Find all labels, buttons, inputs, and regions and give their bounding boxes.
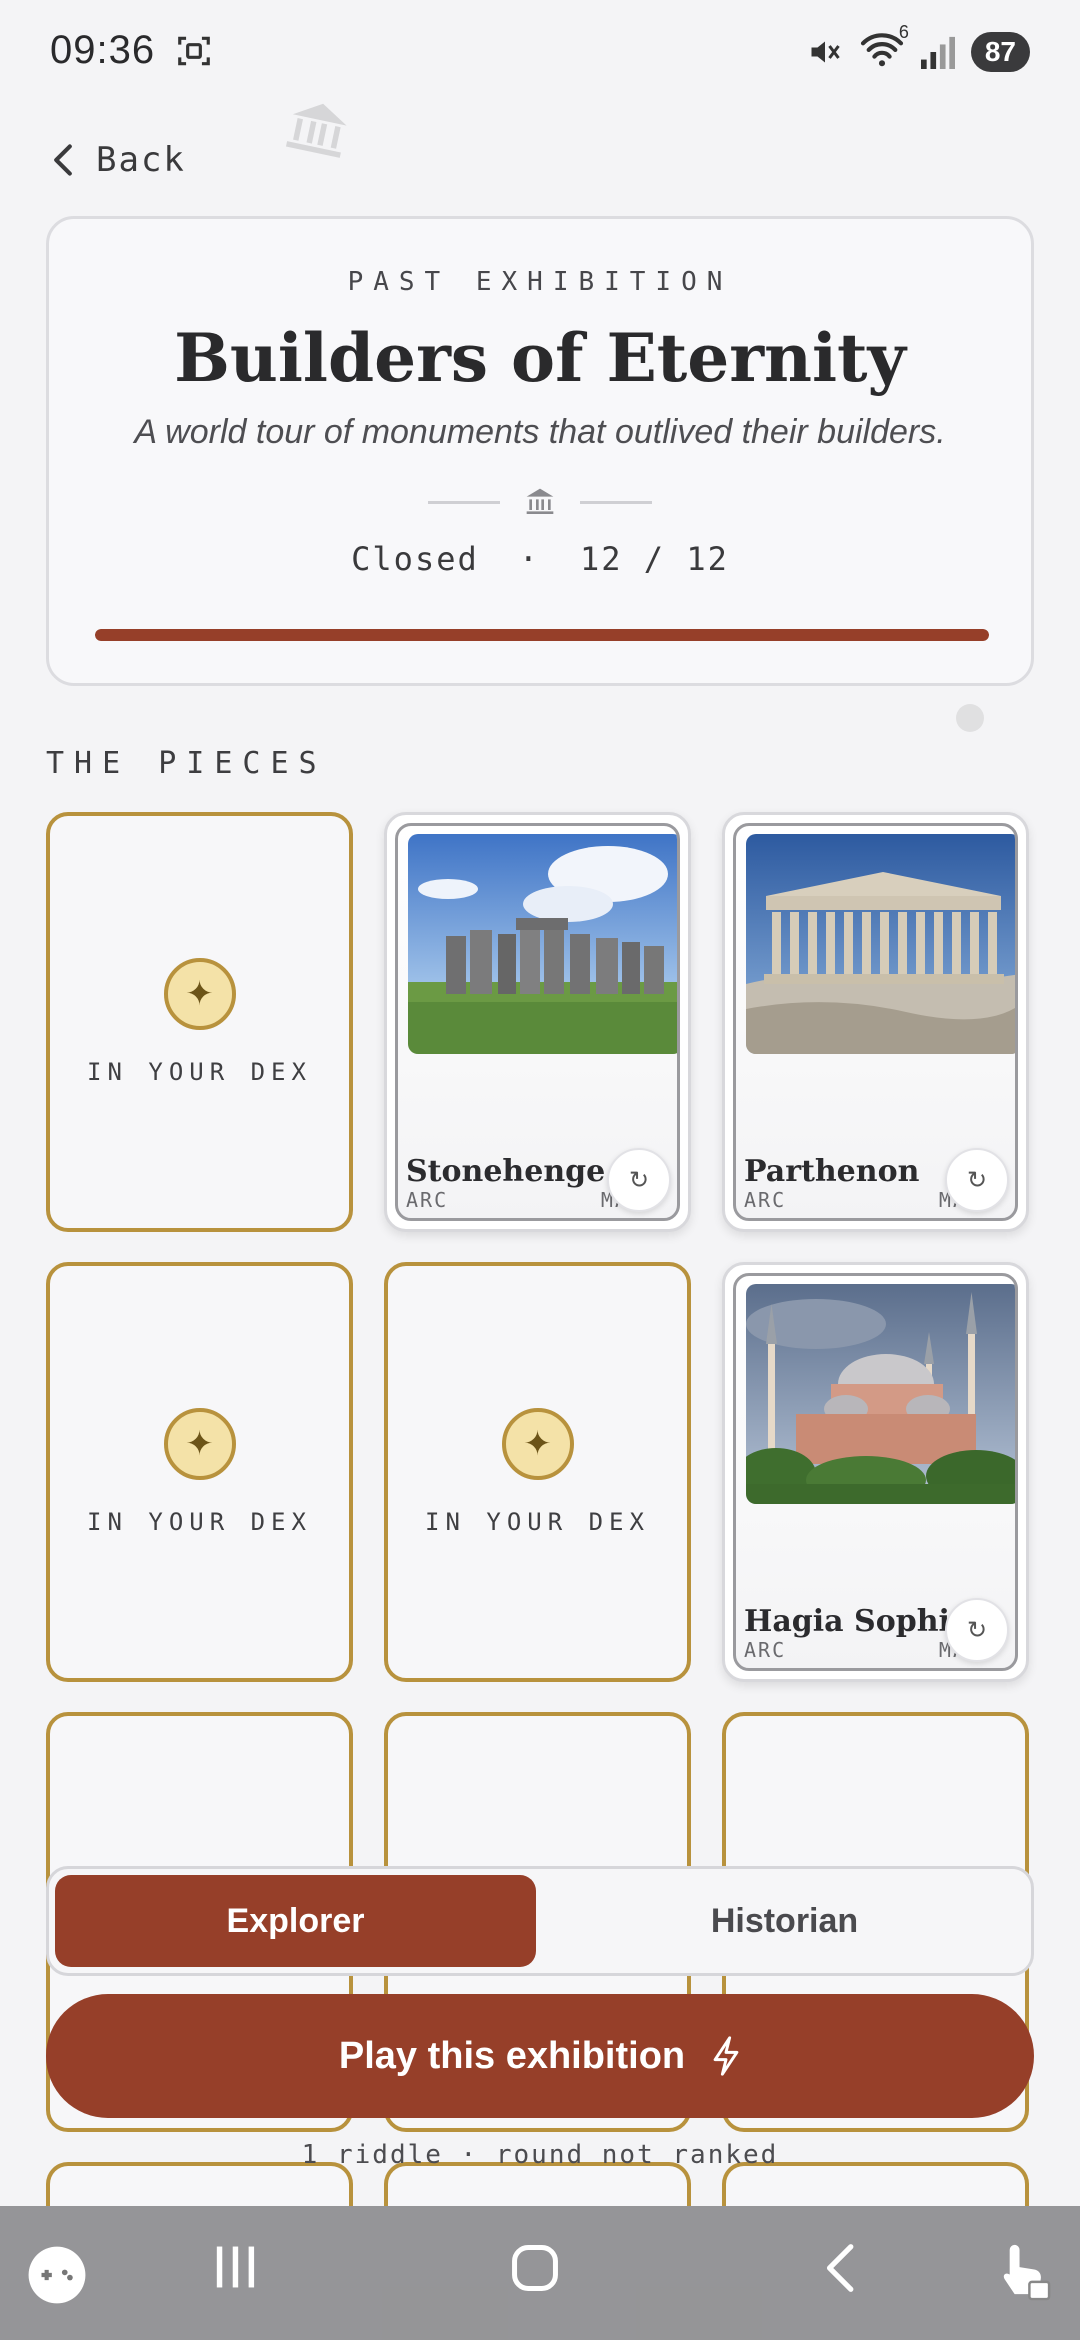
- exhibition-title: Builders of Eternity: [174, 319, 906, 397]
- piece-tag-category: ARC: [744, 1188, 787, 1212]
- piece-card-hagia-sophia[interactable]: Hagia Sophia ARC MA ↻: [722, 1262, 1029, 1682]
- mode-option-historian[interactable]: Historian: [544, 1875, 1025, 1967]
- game-controller-icon[interactable]: [26, 2244, 88, 2311]
- chevron-left-icon: [54, 144, 72, 176]
- exhibition-header-card: PAST EXHIBITION Builders of Eternity A w…: [46, 216, 1034, 686]
- back-button[interactable]: Back: [52, 140, 186, 180]
- dex-tile[interactable]: ✦ IN YOUR DEX: [46, 812, 353, 1232]
- sparkle-icon: ✦: [163, 1408, 236, 1480]
- ornamental-divider: [49, 486, 1031, 518]
- hagia-sophia-image: [746, 1284, 1015, 1504]
- dex-label: IN YOUR DEX: [425, 1508, 650, 1536]
- lightning-icon: [713, 2036, 739, 2076]
- refresh-icon[interactable]: ↻: [607, 1148, 671, 1212]
- parthenon-image: [746, 834, 1015, 1054]
- museum-icon: [526, 488, 554, 514]
- divider-line: [580, 500, 652, 504]
- wifi-icon: 6: [859, 22, 909, 73]
- progress-fill: [95, 629, 989, 641]
- exhibition-subtitle: A world tour of monuments that outlived …: [134, 413, 946, 451]
- piece-card-parthenon[interactable]: Parthenon ARC MA ↻: [722, 812, 1029, 1232]
- piece-tag-category: ARC: [406, 1188, 449, 1212]
- system-navigation-bar: [0, 2206, 1080, 2340]
- decorative-dot: [956, 704, 984, 732]
- status-icons: 6 87: [805, 22, 1030, 73]
- stonehenge-image: [408, 834, 677, 1054]
- back-label: Back: [96, 140, 186, 180]
- exhibition-progress-bar: [95, 629, 989, 641]
- recent-apps-icon[interactable]: [212, 2242, 258, 2297]
- piece-tag-category: ARC: [744, 1638, 787, 1662]
- piece-name: Hagia Sophia: [744, 1604, 970, 1639]
- piece-name: Stonehenge: [406, 1154, 606, 1189]
- battery-indicator: 87: [970, 31, 1030, 72]
- status-bar: 09:36 6 87: [0, 0, 1080, 110]
- status-separator: ·: [518, 540, 540, 578]
- piece-name: Parthenon: [744, 1154, 920, 1189]
- screenshot-icon: [178, 36, 210, 66]
- exhibition-kicker: PAST EXHIBITION: [347, 267, 733, 297]
- play-exhibition-button[interactable]: Play this exhibition: [46, 1994, 1034, 2118]
- sparkle-icon: ✦: [163, 958, 236, 1030]
- exhibition-status-line: Closed · 12 / 12: [49, 540, 1031, 578]
- refresh-icon[interactable]: ↻: [945, 1148, 1009, 1212]
- mute-icon: [811, 41, 840, 62]
- dex-tile[interactable]: ✦ IN YOUR DEX: [384, 1262, 691, 1682]
- piece-card-stonehenge[interactable]: Stonehenge ARC MA ↻: [384, 812, 691, 1232]
- dex-label: IN YOUR DEX: [87, 1508, 312, 1536]
- sparkle-icon: ✦: [501, 1408, 574, 1480]
- dex-label: IN YOUR DEX: [87, 1058, 312, 1086]
- mode-toggle: Explorer Historian: [46, 1866, 1034, 1976]
- dex-tile[interactable]: ✦ IN YOUR DEX: [46, 1262, 353, 1682]
- exhibition-count: 12 / 12: [580, 540, 729, 578]
- wifi-band-label: 6: [898, 22, 909, 42]
- mode-option-explorer[interactable]: Explorer: [55, 1875, 536, 1967]
- back-nav-icon[interactable]: [822, 2242, 856, 2299]
- round-footnote: 1 riddle · round not ranked: [301, 2140, 779, 2170]
- home-icon[interactable]: [510, 2242, 560, 2299]
- pieces-section-label: THE PIECES: [46, 746, 327, 781]
- play-button-label: Play this exhibition: [338, 2034, 686, 2077]
- decorative-museum-icon: [285, 103, 347, 158]
- refresh-icon[interactable]: ↻: [945, 1598, 1009, 1662]
- exhibition-status: Closed: [351, 540, 479, 578]
- status-time: 09:36: [50, 28, 156, 72]
- touch-lock-icon[interactable]: [992, 2240, 1052, 2309]
- divider-line: [428, 500, 500, 504]
- signal-icon: [920, 36, 955, 69]
